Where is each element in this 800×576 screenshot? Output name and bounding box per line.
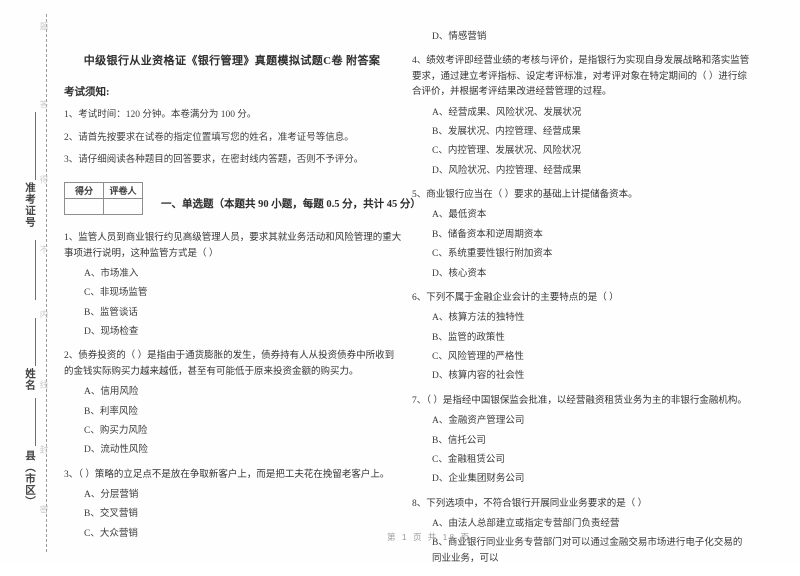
- question-2-option-c: C、购买力风险: [84, 425, 148, 436]
- question-4-option-d: D、风险状况、内控管理、经营成果: [432, 165, 582, 176]
- question-6-option-d: D、核算内容的社会性: [432, 371, 525, 382]
- question-8-stem: 8、下列选项中，不符合银行开展同业业务要求的是（ ）: [412, 498, 648, 509]
- question-1-option-a: A、市场准入: [84, 268, 139, 279]
- question-4-option-c: C、内控管理、发展状况、风险状况: [432, 146, 581, 157]
- margin-faint-6: 线: [39, 380, 49, 389]
- question-1: 1、监管人员到商业银行约见高级管理人员，要求其就业务活动和风险管理的重大事项进行…: [62, 231, 402, 340]
- margin-rule-1: [35, 112, 36, 180]
- margin-faint-7: 封: [39, 445, 49, 454]
- margin-label-county: 县（市区）: [24, 450, 36, 508]
- section-header-row: 得分 评卷人 一、单选题（本题共 90 小题，每题 0.5 分，共计 45 分）: [64, 182, 421, 216]
- question-3-option-a: A、分层营销: [84, 490, 139, 501]
- column-right: D、情感营销 4、绩效考评即经营业绩的考核与评价，是指银行为实现自身发展战略和落…: [410, 30, 750, 576]
- question-4: 4、绩效考评即经营业绩的考核与评价，是指银行为实现自身发展战略和落实监管要求，通…: [410, 54, 750, 179]
- question-4-option-b: B、发展状况、内控管理、经营成果: [432, 126, 581, 137]
- score-box-header-grader: 评卷人: [103, 182, 143, 200]
- question-7-stem: 7、（ ）是指经中国银保监会批准，以经营融资租赁业务为主的非银行金融机构。: [412, 395, 747, 406]
- question-2: 2、债券投资的（ ）是指由于通货膨胀的发生，债券持有人从投资债券中所收到的金钱实…: [62, 349, 402, 458]
- question-6-option-b: B、监管的政策性: [432, 332, 505, 343]
- page-title: 中级银行从业资格证《银行管理》真题模拟试题C卷 附答案: [83, 55, 381, 67]
- margin-faint-3: 得: [39, 175, 49, 184]
- question-3-stem: 3、（ ）策略的立足点不是放在争取新客户上，而是把工夫花在挽留老客户上。: [64, 469, 390, 480]
- scanned-exam-page: 准考证号 姓名 县（市区） 题 答 得 不 内 线 封 密 中级银行从业资格证《…: [0, 0, 800, 565]
- question-4-option-a: A、经营成果、风险状况、发展状况: [432, 107, 582, 118]
- question-2-option-a: A、信用风险: [84, 387, 139, 398]
- question-5-option-a: A、最低资本: [432, 210, 487, 221]
- question-6-option-c: C、风险管理的严格性: [432, 352, 524, 362]
- question-3-option-d: D、情感营销: [432, 32, 487, 42]
- notice-item-1: 1、考试时间：120 分钟。本卷满分为 100 分。: [64, 110, 257, 120]
- binding-margin: 准考证号 姓名 县（市区） 题 答 得 不 内 线 封 密: [0, 0, 58, 565]
- notice-item-2: 2、请首先按要求在试卷的指定位置填写您的姓名，准考证号等信息。: [64, 132, 354, 143]
- question-5-option-b: B、储备资本和逆周期资本: [432, 229, 543, 240]
- question-1-option-b: B、监管谈话: [84, 307, 138, 318]
- question-3-option-b: B、交叉营销: [84, 509, 138, 520]
- margin-rule-3: [35, 318, 36, 366]
- question-3-continued: D、情感营销: [410, 30, 750, 45]
- question-2-option-b: B、利率风险: [84, 406, 138, 417]
- margin-faint-1: 题: [39, 22, 49, 31]
- question-7-option-b: B、信托公司: [432, 435, 486, 446]
- margin-faint-5: 内: [39, 310, 49, 319]
- question-7: 7、（ ）是指经中国银保监会批准，以经营融资租赁业务为主的非银行金融机构。 A、…: [410, 394, 750, 488]
- score-box-value-grader: [103, 198, 143, 216]
- question-1-option-d: D、现场检查: [84, 327, 139, 338]
- margin-faint-8: 密: [39, 505, 49, 514]
- margin-label-name: 姓名: [24, 368, 36, 391]
- notice-heading: 考试须知:: [64, 87, 110, 98]
- question-1-stem: 1、监管人员到商业银行约见高级管理人员，要求其就业务活动和风险管理的重大事项进行…: [64, 233, 402, 259]
- question-7-option-d: D、企业集团财务公司: [432, 474, 525, 485]
- question-5-stem: 5、商业银行应当在（ ）要求的基础上计提储备资本。: [412, 190, 638, 200]
- seal-dashed-line: [46, 14, 47, 552]
- question-5: 5、商业银行应当在（ ）要求的基础上计提储备资本。 A、最低资本 B、储备资本和…: [410, 188, 750, 282]
- question-4-stem: 4、绩效考评即经营业绩的考核与评价，是指银行为实现自身发展战略和落实监管要求，通…: [412, 56, 750, 98]
- notice-item-3: 3、请仔细阅读各种题目的回答要求，在密封线内答题，否则不予评分。: [64, 155, 364, 166]
- score-box-table: 得分 评卷人: [64, 182, 143, 216]
- question-6: 6、下列不属于金融企业会计的主要特点的是（ ） A、核算方法的独特性 B、监管的…: [410, 291, 750, 385]
- margin-label-admission-number: 准考证号: [24, 182, 36, 228]
- question-6-stem: 6、下列不属于金融企业会计的主要特点的是（ ）: [412, 292, 619, 303]
- question-7-option-c: C、金融租赁公司: [432, 454, 505, 465]
- question-7-option-a: A、金融资产管理公司: [432, 416, 525, 427]
- question-5-option-c: C、系统重要性银行附加资本: [432, 249, 553, 260]
- column-left: 中级银行从业资格证《银行管理》真题模拟试题C卷 附答案 考试须知: 1、考试时间…: [62, 30, 421, 551]
- score-box-header-score: 得分: [64, 182, 104, 200]
- margin-faint-2: 答: [39, 100, 49, 109]
- margin-faint-4: 不: [39, 245, 49, 254]
- margin-rule-4: [35, 398, 36, 446]
- question-2-stem: 2、债券投资的（ ）是指由于通货膨胀的发生，债券持有人从投资债券中所收到的金钱实…: [64, 351, 395, 377]
- page-content: 中级银行从业资格证《银行管理》真题模拟试题C卷 附答案 考试须知: 1、考试时间…: [58, 0, 800, 565]
- question-2-option-d: D、流动性风险: [84, 445, 148, 456]
- question-5-option-d: D、核心资本: [432, 268, 487, 279]
- page-footer: 第 1 页 共 18 页: [387, 532, 471, 542]
- question-6-option-a: A、核算方法的独特性: [432, 313, 525, 324]
- question-1-option-c: C、非现场监管: [84, 288, 148, 299]
- score-box-value-score: [64, 198, 104, 216]
- section-title: 一、单选题（本题共 90 小题，每题 0.5 分，共计 45 分）: [161, 199, 421, 211]
